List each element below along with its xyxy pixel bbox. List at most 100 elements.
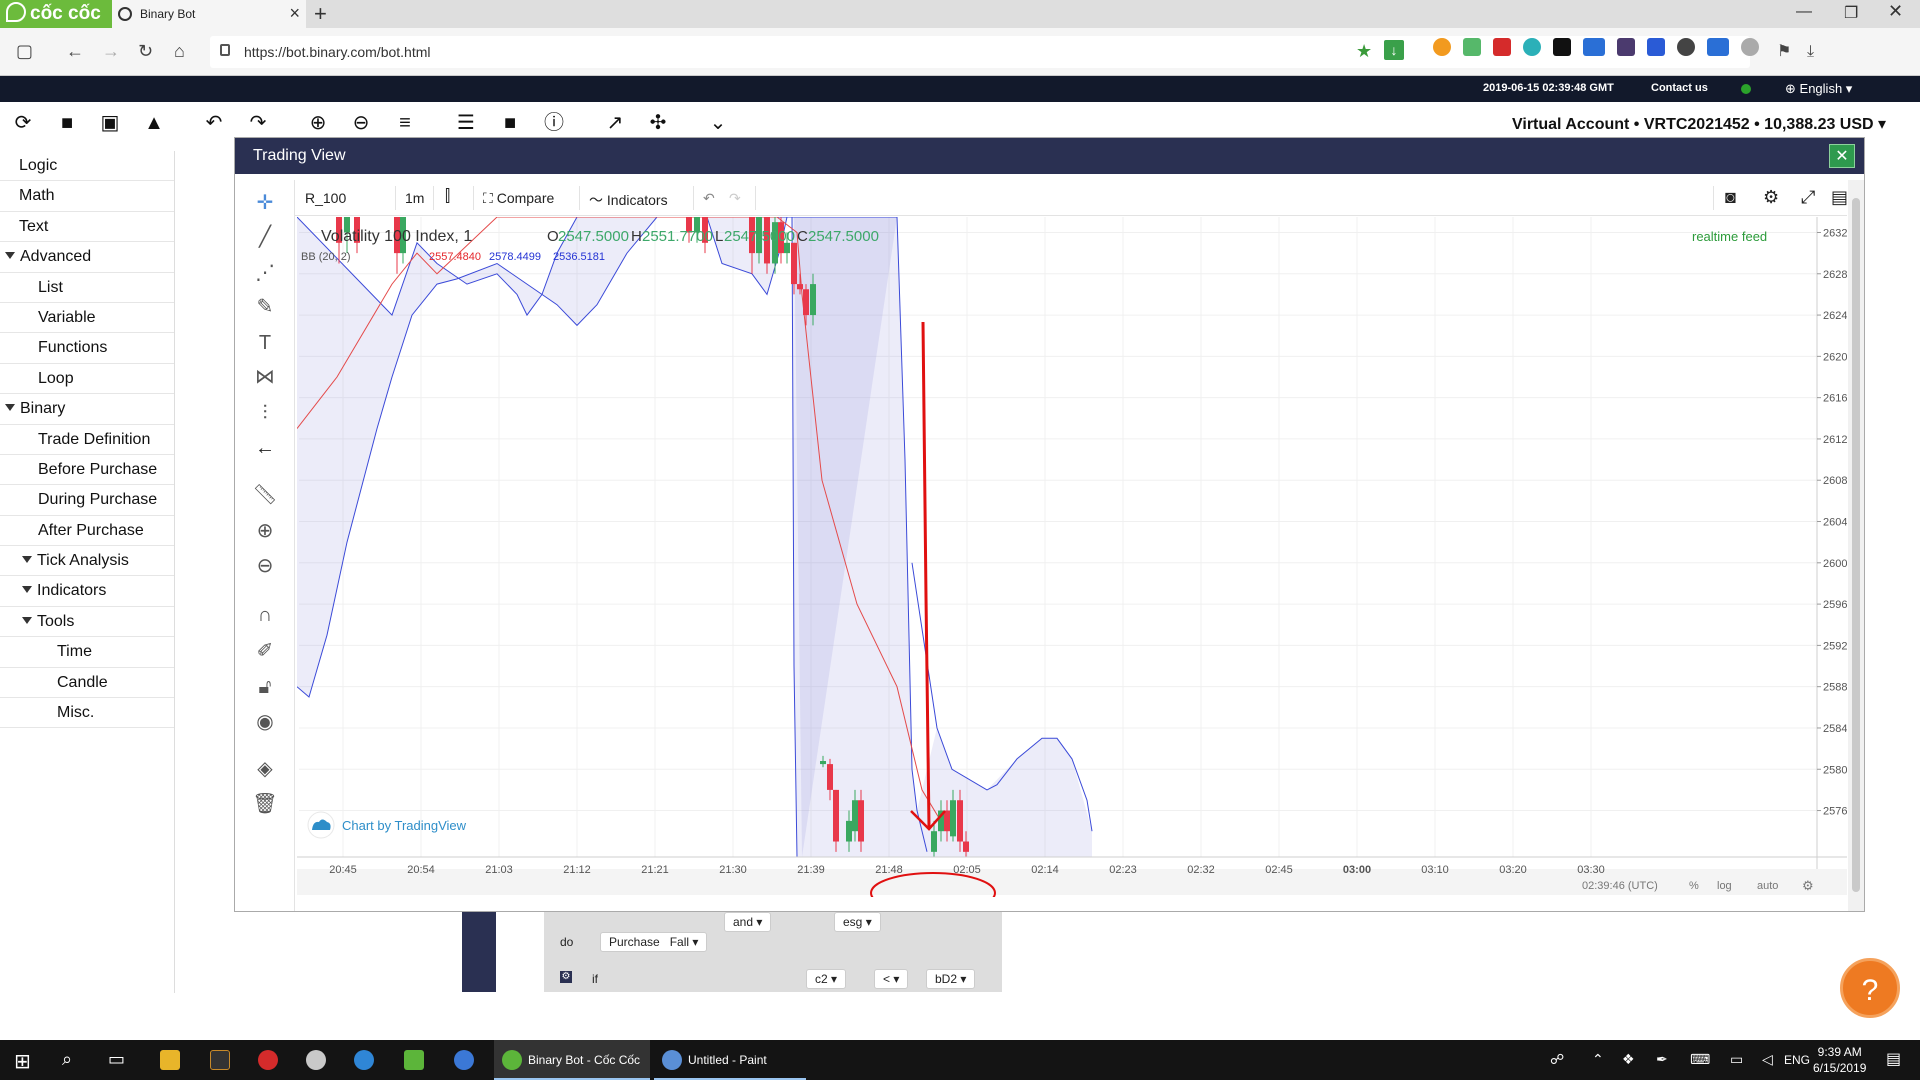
- footer-log-toggle[interactable]: log: [1717, 880, 1732, 892]
- trading-view-icon[interactable]: ✣: [647, 112, 669, 134]
- operator-dropdown[interactable]: < ▾: [874, 969, 909, 989]
- chrome-icon[interactable]: [454, 1050, 474, 1070]
- menu-item-before-purchase[interactable]: Before Purchase: [0, 455, 174, 486]
- open-folder-icon[interactable]: ■: [56, 112, 78, 134]
- expand-arrow-icon[interactable]: [5, 404, 15, 412]
- taskbar-item-browser[interactable]: Binary Bot - Cốc Cốc: [494, 1040, 650, 1080]
- magnet-icon[interactable]: ∩: [252, 602, 278, 628]
- menu-item-text[interactable]: Text: [0, 212, 174, 243]
- downloads-icon[interactable]: ⤓: [1807, 43, 1825, 61]
- keyboard-icon[interactable]: ⌨: [1690, 1051, 1710, 1068]
- fullscreen-icon[interactable]: ⤢: [1801, 187, 1815, 208]
- bd2-dropdown[interactable]: bD2 ▾: [926, 969, 976, 989]
- help-button[interactable]: ?: [1840, 958, 1900, 1018]
- undo-icon[interactable]: ↶: [203, 112, 225, 134]
- app-icon[interactable]: [210, 1050, 230, 1070]
- trash-icon[interactable]: 🗑︎: [252, 791, 278, 817]
- block-body[interactable]: and ▾ esg ▾ do Purchase Fall ▾ ⚙ if c2 ▾…: [544, 912, 1002, 992]
- and-dropdown[interactable]: and ▾: [724, 912, 772, 932]
- pattern-icon[interactable]: ⋈: [252, 364, 278, 390]
- reload-icon[interactable]: ↻: [138, 41, 153, 62]
- save-layout-icon[interactable]: ▤: [1831, 187, 1848, 208]
- forward-icon[interactable]: →: [102, 41, 120, 62]
- brush-icon[interactable]: ✎: [252, 294, 278, 320]
- rearrange-icon[interactable]: ≡: [394, 112, 416, 134]
- menu-item-advanced[interactable]: Advanced: [0, 242, 174, 273]
- purchase-block[interactable]: Purchase Fall ▾: [600, 932, 708, 952]
- google-drive-icon[interactable]: ▲: [143, 112, 165, 134]
- zoom-in-icon[interactable]: ⊕: [307, 112, 329, 134]
- pinned-app-icon[interactable]: [404, 1050, 424, 1070]
- minimize-icon[interactable]: —: [1796, 3, 1812, 21]
- extension-icon[interactable]: [1523, 38, 1541, 56]
- system-clock[interactable]: 9:39 AM 6/15/2019: [1813, 1044, 1866, 1076]
- redo-icon[interactable]: ↷: [247, 112, 269, 134]
- menu-item-after-purchase[interactable]: After Purchase: [0, 516, 174, 547]
- browser-brand-logo[interactable]: cốc cốc: [0, 0, 112, 28]
- unlock-icon[interactable]: 🔓︎: [252, 674, 278, 700]
- extension-icon[interactable]: [1463, 38, 1481, 56]
- expand-arrow-icon[interactable]: [5, 252, 15, 260]
- zoom-out-tool-icon[interactable]: ⊖: [252, 553, 278, 579]
- close-dialog-button[interactable]: ✕: [1829, 144, 1855, 168]
- menu-item-math[interactable]: Math: [0, 181, 174, 212]
- new-tab-icon[interactable]: +: [314, 1, 327, 27]
- dialog-scrollbar[interactable]: [1848, 180, 1864, 911]
- interval-selector[interactable]: 1m: [405, 190, 424, 206]
- dialog-title-bar[interactable]: Trading View: [235, 138, 1864, 174]
- menu-item-misc[interactable]: Misc.: [0, 698, 174, 729]
- extension-icon[interactable]: [1647, 38, 1665, 56]
- taskbar-item-paint[interactable]: Untitled - Paint: [654, 1040, 806, 1080]
- menu-item-time[interactable]: Time: [0, 637, 174, 668]
- more-chevron-icon[interactable]: ⌄: [707, 112, 729, 134]
- browser-tab[interactable]: Binary Bot ×: [112, 0, 306, 28]
- pen-icon[interactable]: ✒: [1656, 1051, 1668, 1068]
- pinned-app-icon[interactable]: [306, 1050, 326, 1070]
- menu-item-during-purchase[interactable]: During Purchase: [0, 485, 174, 516]
- footer-auto-toggle[interactable]: auto: [1757, 880, 1778, 892]
- zoom-out-icon[interactable]: ⊖: [350, 112, 372, 134]
- people-icon[interactable]: ☍: [1550, 1051, 1564, 1068]
- crosshair-icon[interactable]: ✛: [252, 190, 278, 216]
- close-window-icon[interactable]: ✕: [1888, 1, 1903, 22]
- home-icon[interactable]: ⌂: [174, 41, 185, 62]
- language-selector[interactable]: ⊕ English ▾: [1785, 81, 1852, 97]
- volume-icon[interactable]: ◁: [1762, 1051, 1773, 1068]
- forecast-icon[interactable]: ⫶: [252, 400, 278, 426]
- chart-area[interactable]: 2576.0000 2580.0000 2584.0000 2588.0000 2592…: [296, 216, 1875, 914]
- menu-item-tick-analysis[interactable]: Tick Analysis: [0, 546, 174, 577]
- menu-item-tools[interactable]: Tools: [0, 607, 174, 638]
- reset-icon[interactable]: ⟳: [12, 112, 34, 134]
- pinned-app-icon[interactable]: [258, 1050, 278, 1070]
- trend-line-icon[interactable]: ╱: [252, 224, 278, 250]
- expand-arrow-icon[interactable]: [22, 556, 32, 564]
- menu-item-binary[interactable]: Binary: [0, 394, 174, 425]
- compare-button[interactable]: ⛶ Compare: [483, 190, 554, 207]
- summary-icon[interactable]: ☰: [455, 112, 477, 134]
- bookmark-manager-icon[interactable]: ⚑: [1777, 41, 1795, 60]
- extension-icon[interactable]: [1493, 38, 1511, 56]
- dropbox-icon[interactable]: ❖: [1622, 1051, 1635, 1068]
- footer-settings-icon[interactable]: ⚙: [1802, 878, 1814, 893]
- internet-explorer-icon[interactable]: [354, 1050, 374, 1070]
- notifications-icon[interactable]: ▤: [1886, 1049, 1901, 1069]
- info-icon[interactable]: ⓘ: [543, 112, 565, 134]
- account-selector[interactable]: Virtual Account • VRTC2021452 • 10,388.2…: [1512, 114, 1886, 134]
- file-explorer-icon[interactable]: [160, 1050, 180, 1070]
- chart-undo-icon[interactable]: ↶: [703, 190, 715, 207]
- gear-icon[interactable]: ⚙: [560, 971, 572, 983]
- show-hidden-icons-icon[interactable]: ⌃: [1592, 1051, 1604, 1068]
- footer-percent-toggle[interactable]: %: [1689, 880, 1699, 892]
- stop-icon[interactable]: ■: [499, 112, 521, 134]
- lock-drawing-icon[interactable]: ✐: [252, 638, 278, 664]
- extension-icon[interactable]: [1433, 38, 1451, 56]
- camera-icon[interactable]: ◙: [1725, 187, 1736, 208]
- eye-icon[interactable]: ◉: [252, 709, 278, 735]
- extension-icon[interactable]: [1553, 38, 1571, 56]
- scrollbar-thumb[interactable]: [1852, 198, 1860, 892]
- windows-start-icon[interactable]: ⊞: [14, 1049, 31, 1074]
- esg-dropdown[interactable]: esg ▾: [834, 912, 881, 932]
- expand-arrow-icon[interactable]: [22, 616, 32, 624]
- bookmark-star-icon[interactable]: ★: [1356, 41, 1372, 62]
- close-tab-icon[interactable]: ×: [289, 3, 300, 24]
